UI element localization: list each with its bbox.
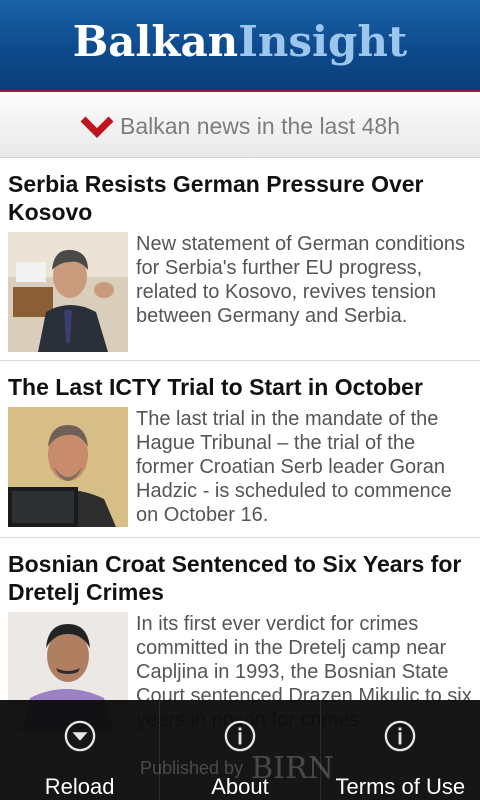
- logo-part-1: Balkan: [72, 17, 239, 66]
- article-title[interactable]: The Last ICTY Trial to Start in October: [8, 373, 472, 401]
- chevron-down-icon: [80, 116, 114, 138]
- article-summary: New statement of German conditions for S…: [136, 233, 466, 327]
- reload-button[interactable]: Reload: [0, 700, 161, 800]
- article-title[interactable]: Bosnian Croat Sentenced to Six Years for…: [8, 550, 472, 606]
- chevron-down-circle-icon: [64, 720, 95, 752]
- app-header: BalkanInsight: [0, 0, 480, 92]
- balkan-insight-logo: BalkanInsight: [73, 21, 408, 63]
- reload-label: Reload: [44, 774, 115, 799]
- section-bar[interactable]: Balkan news in the last 48h: [0, 96, 480, 158]
- article-photo: [8, 232, 128, 352]
- info-icon: [385, 720, 416, 752]
- article-item[interactable]: The Last ICTY Trial to Start in October …: [0, 361, 480, 538]
- about-button[interactable]: About: [160, 700, 321, 800]
- article-thumbnail[interactable]: [8, 232, 128, 352]
- article-summary: The last trial in the mandate of the Hag…: [136, 408, 452, 526]
- article-title[interactable]: Serbia Resists German Pressure Over Koso…: [8, 170, 472, 226]
- article-list: Serbia Resists German Pressure Over Koso…: [0, 158, 480, 748]
- terms-of-use-label: Terms of Use: [335, 774, 466, 799]
- section-title: Balkan news in the last 48h: [119, 113, 400, 139]
- article-thumbnail[interactable]: [8, 407, 128, 527]
- info-icon: [224, 720, 256, 752]
- logo-part-2: Insight: [238, 17, 408, 66]
- terms-of-use-button[interactable]: Terms of Use: [321, 700, 480, 800]
- article-item[interactable]: Serbia Resists German Pressure Over Koso…: [0, 158, 480, 361]
- about-label: About: [211, 774, 269, 799]
- bottom-action-bar: Reload About Terms of Use: [0, 700, 480, 800]
- article-photo: [8, 407, 128, 527]
